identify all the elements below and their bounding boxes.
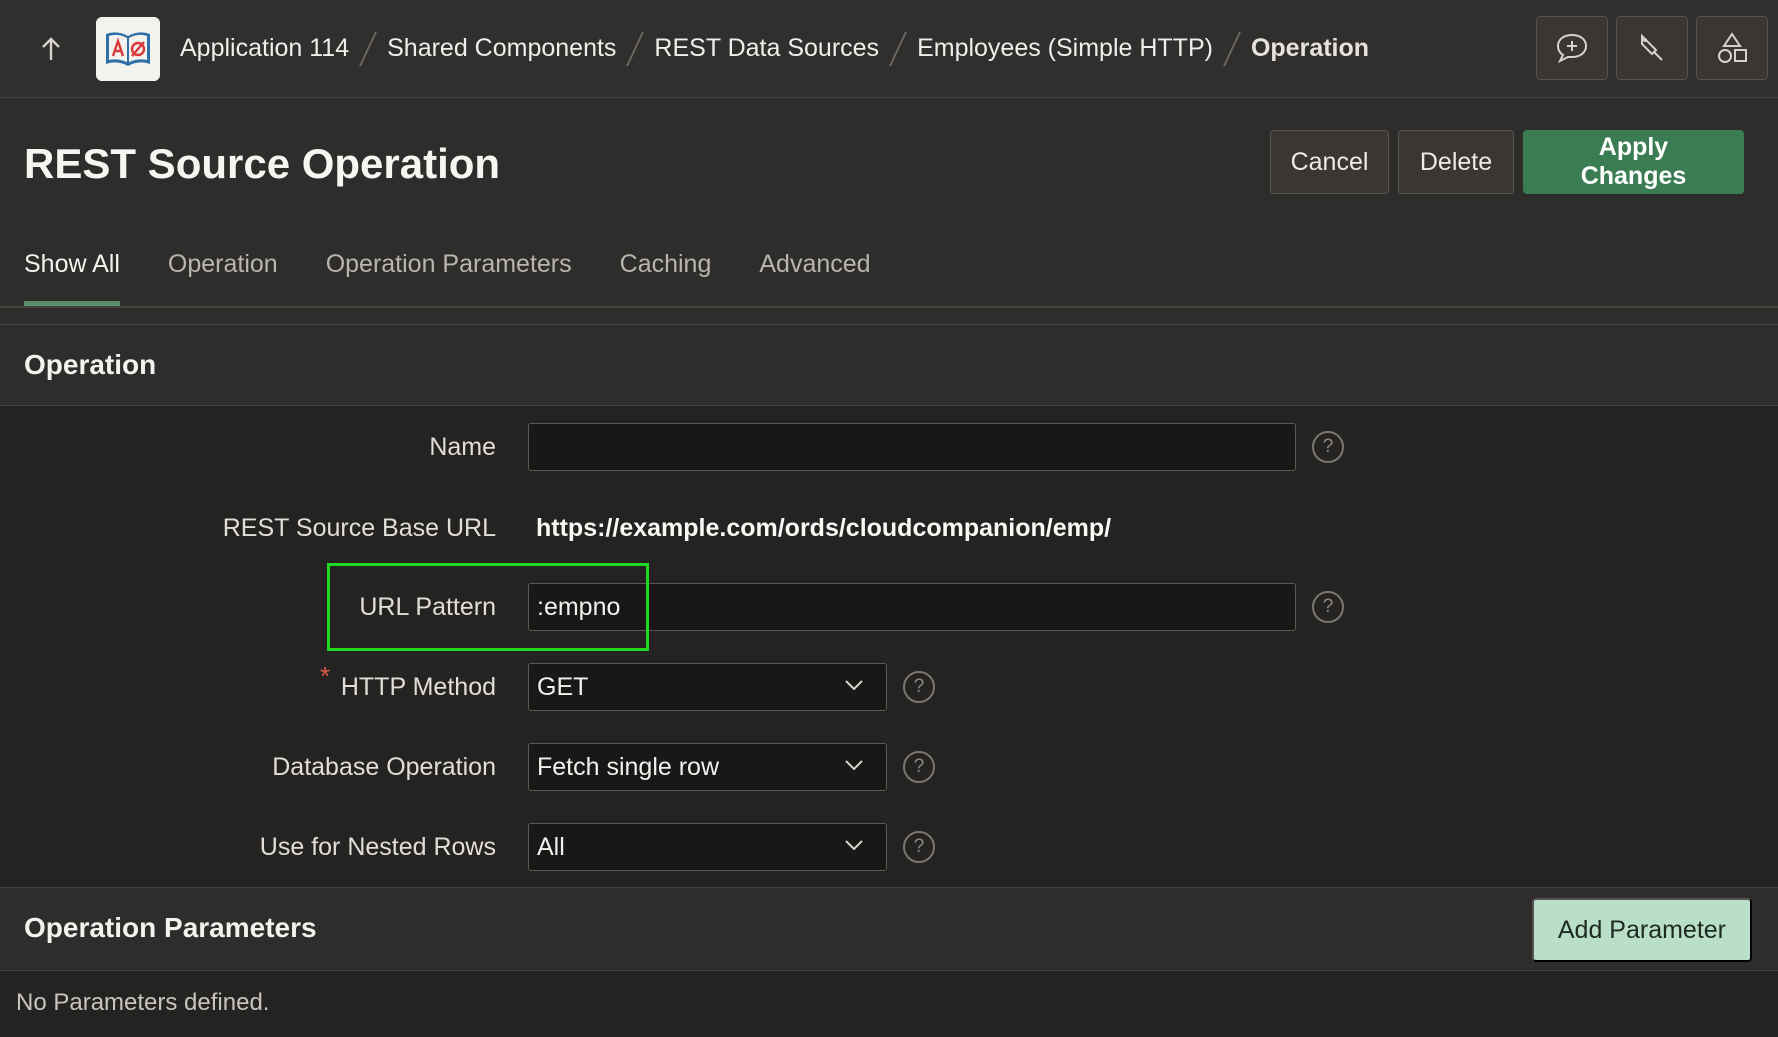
help-icon[interactable]: ? [903, 751, 935, 783]
operation-region-body [0, 406, 1778, 887]
breadcrumb: Application 114 Shared Components REST D… [176, 31, 1373, 66]
url-pattern-highlight-box [327, 563, 649, 651]
breadcrumb-rest-data-sources[interactable]: REST Data Sources [650, 34, 883, 63]
required-indicator: * [320, 661, 331, 691]
http-method-label: HTTP Method [340, 673, 496, 701]
help-icon[interactable]: ? [1312, 591, 1344, 623]
http-method-value: GET [537, 672, 589, 701]
add-comment-icon [1556, 33, 1588, 64]
tab-bar: Show All Operation Operation Parameters … [24, 250, 871, 306]
help-icon[interactable]: ? [903, 671, 935, 703]
database-operation-select[interactable]: Fetch single row [528, 743, 887, 791]
breadcrumb-separator [889, 31, 907, 66]
add-parameter-button[interactable]: Add Parameter [1531, 898, 1752, 962]
breadcrumb-shared-components[interactable]: Shared Components [383, 34, 620, 63]
name-label: Name [429, 433, 496, 461]
breadcrumb-application[interactable]: Application 114 [176, 34, 353, 63]
delete-button[interactable]: Delete [1398, 130, 1514, 194]
tabs-divider [0, 306, 1778, 308]
tab-operation[interactable]: Operation [168, 250, 278, 306]
breadcrumb-employees[interactable]: Employees (Simple HTTP) [913, 34, 1217, 63]
operation-parameters-body: No Parameters defined. [0, 971, 1778, 1037]
tab-operation-parameters[interactable]: Operation Parameters [326, 250, 572, 306]
add-comment-button[interactable] [1536, 16, 1608, 80]
http-method-select[interactable]: GET [528, 663, 887, 711]
name-row: Name ? [0, 423, 1778, 471]
empty-parameters-message: No Parameters defined. [16, 989, 270, 1016]
breadcrumb-separator [359, 31, 378, 66]
page-title: REST Source Operation [24, 140, 501, 187]
nested-rows-select[interactable]: All [528, 823, 887, 871]
shared-components-button[interactable] [1696, 16, 1768, 80]
breadcrumb-separator [626, 31, 645, 66]
base-url-value: https://example.com/ords/cloudcompanion/… [536, 514, 1112, 542]
operation-region-title: Operation [24, 349, 157, 380]
url-pattern-row: URL Pattern :empno ? [0, 583, 1778, 631]
tab-caching[interactable]: Caching [620, 250, 712, 306]
help-icon[interactable]: ? [1312, 431, 1344, 463]
shapes-icon [1718, 32, 1747, 63]
http-method-row: * HTTP Method GET ? [0, 661, 1778, 711]
database-operation-value: Fetch single row [537, 752, 720, 781]
page-header: REST Source Operation Cancel Delete Appl… [0, 98, 1778, 306]
chevron-down-icon [845, 760, 863, 771]
nested-rows-value: All [537, 832, 565, 861]
app-logo-icon[interactable] [96, 16, 160, 81]
base-url-label: REST Source Base URL [222, 514, 496, 542]
page-buttons: Cancel Delete Apply Changes [1270, 130, 1744, 194]
database-operation-label: Database Operation [272, 753, 496, 781]
base-url-row: REST Source Base URL https://example.com… [0, 504, 1778, 552]
pin-button[interactable] [1616, 16, 1688, 80]
tab-show-all[interactable]: Show All [24, 250, 120, 306]
arrow-up-icon[interactable] [26, 24, 76, 74]
operation-region-header: Operation [0, 324, 1778, 406]
top-actions [1536, 16, 1768, 80]
database-operation-row: Database Operation Fetch single row ? [0, 743, 1778, 791]
chevron-down-icon [845, 680, 863, 691]
top-navigation-bar: Application 114 Shared Components REST D… [0, 0, 1778, 98]
operation-parameters-region-header: Operation Parameters Add Parameter [0, 887, 1778, 971]
nested-rows-row: Use for Nested Rows All ? [0, 823, 1778, 871]
apply-changes-button[interactable]: Apply Changes [1523, 130, 1744, 194]
tab-advanced[interactable]: Advanced [759, 250, 870, 306]
breadcrumb-current: Operation [1250, 34, 1370, 62]
pin-icon [1641, 33, 1663, 61]
chevron-down-icon [845, 840, 863, 851]
name-input[interactable] [528, 423, 1296, 471]
breadcrumb-separator [1223, 31, 1241, 66]
nested-rows-label: Use for Nested Rows [259, 833, 496, 861]
cancel-button[interactable]: Cancel [1270, 130, 1389, 194]
operation-parameters-title: Operation Parameters [24, 912, 317, 943]
help-icon[interactable]: ? [903, 831, 935, 863]
